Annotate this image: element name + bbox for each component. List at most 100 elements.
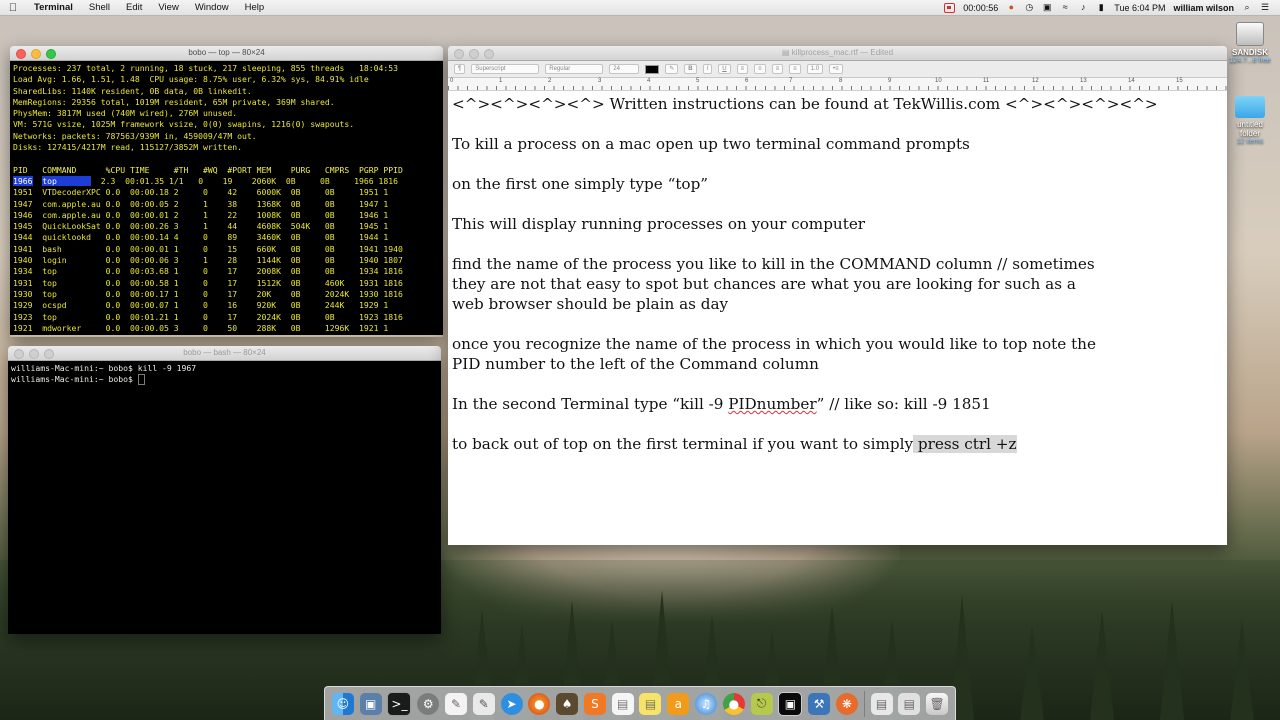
apple-menu-icon[interactable]:  [0, 2, 26, 14]
document-icon[interactable]: ▤ [611, 692, 634, 715]
typeface-select[interactable]: Regular [545, 64, 604, 74]
sandisk-drive-icon[interactable]: SANDISK 124.7...8 free [1220, 22, 1280, 64]
drive-detail: 124.7...8 free [1229, 57, 1271, 64]
notification-center-icon[interactable]: ☰ [1260, 3, 1270, 12]
script-editor-icon[interactable]: ✎ [472, 692, 495, 715]
paragraph: web browser should be plain as day [452, 295, 729, 313]
text-color-swatch[interactable] [645, 64, 660, 74]
bold-button[interactable]: B [684, 64, 697, 74]
align-center-button[interactable]: ≡ [754, 64, 766, 74]
italic-button[interactable]: I [702, 64, 713, 74]
menu-window[interactable]: Window [187, 2, 237, 13]
minimize-button[interactable] [469, 49, 479, 59]
align-left-button[interactable]: ≡ [736, 64, 749, 74]
ruler-mark: 12 [1032, 78, 1039, 84]
zoom-button[interactable] [484, 49, 494, 59]
menu-shell[interactable]: Shell [81, 2, 118, 13]
menubar-clock[interactable]: Tue 6:04 PM [1114, 3, 1165, 13]
document-body[interactable]: <^><^><^><^> Written instructions can be… [448, 91, 1227, 454]
close-button[interactable] [16, 49, 26, 59]
fox-icon[interactable]: ● [1006, 3, 1016, 12]
selected-row-rest: 2.3 00:01.35 1/1 0 19 2060K 0B 0B 1966 1… [91, 175, 398, 186]
safari-icon[interactable]: ➤ [500, 692, 523, 715]
window-title: bobo — top — 80×24 [188, 48, 265, 57]
paragraph: once you recognize the name of the proce… [452, 335, 1096, 353]
wolf-icon[interactable]: ❋ [835, 692, 858, 715]
finder-icon[interactable]: ☺ [331, 692, 354, 715]
justify-button[interactable]: ≡ [789, 64, 801, 74]
format-toolbar: ¶ Superscript Regular 24 ✎ B I U ≡ ≡ ≡ ≡… [448, 61, 1227, 78]
system-preferences-icon[interactable]: ⚙ [417, 692, 440, 715]
process-row: 1921 mdworker 0.0 00:00.05 3 0 50 288K 0… [13, 322, 389, 333]
top-summary-line: VM: 571G vsize, 1025M framework vsize, 0… [13, 119, 355, 130]
top-summary-line: Networks: packets: 787563/939M in, 45900… [13, 130, 257, 141]
notes-icon[interactable]: ▤ [639, 692, 662, 715]
timemachine-icon[interactable]: ◷ [1024, 3, 1034, 12]
battery-icon[interactable]: ▮ [1096, 3, 1106, 12]
menu-help[interactable]: Help [237, 2, 273, 13]
process-row-selected[interactable]: 1966 top 2.3 00:01.35 1/1 0 19 2060K 0B … [13, 175, 440, 187]
top-summary-line: Processes: 237 total, 2 running, 18 stuc… [13, 63, 398, 73]
textedit-titlebar[interactable]: ▤ killprocess_mac.rtf — Edited [448, 46, 1227, 61]
highlight-color-button[interactable]: ✎ [665, 64, 679, 74]
zoom-button[interactable] [46, 49, 56, 59]
game-icon[interactable]: ♠ [556, 692, 579, 715]
dock-separator [863, 690, 865, 717]
keychain-icon[interactable]: ⎋ [750, 692, 773, 715]
menu-terminal[interactable]: Terminal [26, 2, 81, 13]
firefox-icon[interactable]: ● [528, 692, 551, 715]
terminal-bash-output[interactable]: williams-Mac-mini:~ bobo$ kill -9 1967 wi… [8, 361, 441, 634]
ruler-mark: 9 [888, 78, 892, 84]
preview-icon[interactable]: ▣ [359, 692, 382, 715]
font-size-select[interactable]: 24 [609, 64, 640, 74]
terminal-bash-titlebar[interactable]: bobo — bash — 80×24 [8, 346, 441, 361]
align-right-button[interactable]: ≡ [771, 64, 784, 74]
untitled-folder-icon[interactable]: untitled folder 12 items [1220, 96, 1280, 145]
ruler-mark: 4 [647, 78, 651, 84]
terminal-icon[interactable]: >_ [387, 691, 412, 716]
display-icon[interactable]: ▣ [1042, 3, 1052, 12]
ruler-mark: 11 [983, 78, 990, 84]
selected-pid[interactable]: 1966 [13, 175, 33, 186]
screen-recording-icon[interactable] [944, 2, 956, 13]
menubar-user[interactable]: william wilson [1173, 3, 1234, 13]
selected-text[interactable]: press ctrl +z [913, 435, 1017, 453]
spotlight-search-icon[interactable]: ⌕ [1242, 3, 1252, 12]
wifi-icon[interactable]: ≈ [1060, 3, 1070, 12]
paragraph: <^><^><^><^> Written instructions can be… [452, 95, 1158, 113]
ruler-mark: 2 [548, 78, 552, 84]
prompt-line[interactable]: williams-Mac-mini:~ bobo$ [11, 374, 438, 386]
terminal-top-output[interactable]: Processes: 237 total, 2 running, 18 stuc… [10, 61, 443, 335]
paragraph-style-button[interactable]: ¶ [454, 64, 466, 74]
terminal-top-titlebar[interactable]: bobo — top — 80×24 [10, 46, 443, 61]
minimize-button[interactable] [29, 349, 39, 359]
volume-icon[interactable]: ♪ [1078, 3, 1088, 12]
window-title: killprocess_mac.rtf — Edited [791, 48, 894, 57]
folder-detail: 12 items [1236, 138, 1264, 145]
close-button[interactable] [14, 349, 24, 359]
textedit-icon[interactable]: ✎ [445, 692, 468, 715]
list-bullets-button[interactable]: •≡ [829, 64, 843, 74]
xcode-icon[interactable]: ⚒ [808, 692, 831, 715]
menu-view[interactable]: View [150, 2, 186, 13]
screenshot-icon[interactable]: ▣ [778, 691, 803, 716]
trash-icon[interactable]: 🗑 [926, 692, 949, 715]
selected-command[interactable]: top [42, 175, 57, 186]
ruler[interactable]: 0 1 2 3 4 5 6 7 8 9 10 11 12 13 14 15 [448, 78, 1227, 91]
process-table-header: PID COMMAND %CPU TIME #TH #WQ #PORT MEM … [13, 164, 403, 175]
misspelled-word[interactable]: PIDnumber [728, 395, 816, 413]
close-button[interactable] [454, 49, 464, 59]
downloads-icon[interactable]: ▤ [870, 692, 893, 715]
sublime-icon[interactable]: S [583, 692, 606, 715]
zoom-button[interactable] [44, 349, 54, 359]
chrome-icon[interactable]: ● [722, 692, 745, 715]
documents-icon[interactable]: ▤ [898, 692, 921, 715]
underline-button[interactable]: U [718, 64, 731, 74]
style-select[interactable]: Superscript [471, 64, 540, 74]
menu-edit[interactable]: Edit [118, 2, 150, 13]
line-spacing-select[interactable]: 1.0 [806, 64, 824, 74]
minimize-button[interactable] [31, 49, 41, 59]
itunes-icon[interactable]: ♫ [695, 692, 718, 715]
process-row: 1930 top 0.0 00:00.17 1 0 17 20K 0B 2024… [13, 288, 403, 299]
amazon-icon[interactable]: a [667, 692, 690, 715]
